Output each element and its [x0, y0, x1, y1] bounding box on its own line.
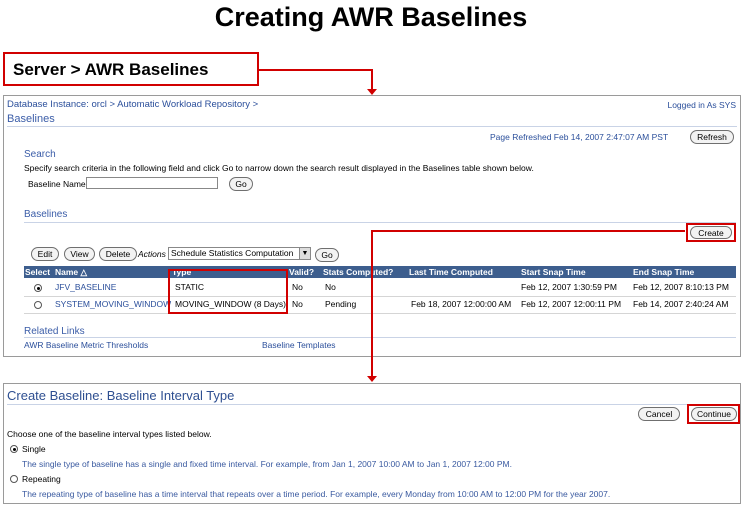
baseline-start: Feb 12, 2007 1:30:59 PM [521, 282, 617, 292]
row-select-radio[interactable] [34, 284, 42, 292]
actions-label: Actions [138, 249, 166, 259]
continue-button[interactable]: Continue [691, 407, 737, 421]
baseline-name-link[interactable]: SYSTEM_MOVING_WINDOW [55, 299, 171, 309]
create-button[interactable]: Create [690, 226, 732, 239]
baseline-name-label: Baseline Name [28, 179, 86, 189]
single-radio[interactable] [10, 445, 18, 453]
arrow-head-icon [367, 376, 377, 382]
table-header: Select Name △ Type Valid? Stats Computed… [24, 266, 736, 278]
single-label[interactable]: Single [22, 444, 46, 454]
metric-thresholds-link[interactable]: AWR Baseline Metric Thresholds [24, 340, 148, 350]
table-row[interactable]: JFV_BASELINE STATIC No No Feb 12, 2007 1… [24, 281, 736, 295]
single-description: The single type of baseline has a single… [22, 459, 512, 469]
cancel-button[interactable]: Cancel [638, 407, 680, 421]
baseline-last: Feb 18, 2007 12:00:00 AM [411, 299, 512, 309]
col-start: Start Snap Time [521, 267, 586, 277]
related-divider [24, 337, 736, 338]
breadcrumb-awr[interactable]: Automatic Workload Repository [117, 99, 250, 110]
slide-title: Creating AWR Baselines [214, 2, 528, 32]
repeating-description: The repeating type of baseline has a tim… [22, 489, 611, 499]
baseline-stats: No [325, 282, 336, 292]
type-highlight [168, 269, 288, 314]
baselines-heading: Baselines [24, 209, 68, 220]
breadcrumb: Database Instance: orcl > Automatic Work… [7, 99, 259, 110]
search-heading: Search [24, 149, 56, 160]
search-go-button[interactable]: Go [229, 177, 253, 191]
col-valid: Valid? [289, 267, 315, 277]
page-title: Baselines [7, 113, 55, 125]
chevron-down-icon: ▼ [299, 248, 310, 259]
col-stats: Stats Computed? [323, 267, 394, 277]
page-refreshed-text: Page Refreshed Feb 14, 2007 2:47:07 AM P… [490, 132, 669, 142]
baseline-valid: No [292, 299, 303, 309]
callout-connector-down [371, 69, 373, 91]
logged-in-text: Logged in As SYS [667, 100, 736, 110]
col-select: Select [25, 267, 51, 277]
title-divider [7, 404, 737, 405]
baseline-end: Feb 14, 2007 2:40:24 AM [633, 299, 729, 309]
delete-button[interactable]: Delete [99, 247, 137, 261]
table-row[interactable]: SYSTEM_MOVING_WINDOW MOVING_WINDOW (8 Da… [24, 298, 736, 312]
baselines-divider [24, 222, 736, 223]
row-divider [24, 313, 736, 314]
actions-select-value: Schedule Statistics Computation [171, 248, 294, 258]
callout-text: Server > AWR Baselines [13, 60, 209, 79]
col-end: End Snap Time [633, 267, 695, 277]
baseline-stats: Pending [325, 299, 357, 309]
baseline-templates-link[interactable]: Baseline Templates [262, 340, 336, 350]
breadcrumb-db-instance[interactable]: Database Instance: orcl [7, 99, 107, 110]
view-button[interactable]: View [64, 247, 95, 261]
create-connector [371, 230, 685, 232]
refresh-button[interactable]: Refresh [690, 130, 734, 144]
create-connector-down [371, 230, 373, 376]
navigation-callout: Server > AWR Baselines [3, 52, 259, 86]
row-select-radio[interactable] [34, 301, 42, 309]
baseline-end: Feb 12, 2007 8:10:13 PM [633, 282, 729, 292]
edit-button[interactable]: Edit [31, 247, 59, 261]
row-divider [24, 296, 736, 297]
callout-connector [259, 69, 373, 71]
actions-go-button[interactable]: Go [315, 248, 339, 262]
create-baseline-page: Create Baseline: Baseline Interval Type … [3, 383, 741, 504]
col-last: Last Time Computed [409, 267, 493, 277]
baseline-valid: No [292, 282, 303, 292]
repeating-radio[interactable] [10, 475, 18, 483]
baseline-start: Feb 12, 2007 12:00:11 PM [521, 299, 622, 309]
col-name[interactable]: Name △ [55, 266, 87, 278]
title-divider [7, 126, 737, 127]
baseline-name-input[interactable] [86, 177, 218, 189]
actions-select[interactable]: Schedule Statistics Computation ▼ [168, 247, 311, 260]
create-baseline-title: Create Baseline: Baseline Interval Type [7, 388, 235, 403]
related-links-heading: Related Links [24, 326, 85, 337]
repeating-label[interactable]: Repeating [22, 474, 61, 484]
search-hint: Specify search criteria in the following… [24, 163, 534, 173]
instruction-text: Choose one of the baseline interval type… [7, 429, 212, 439]
baseline-name-link[interactable]: JFV_BASELINE [55, 282, 116, 292]
